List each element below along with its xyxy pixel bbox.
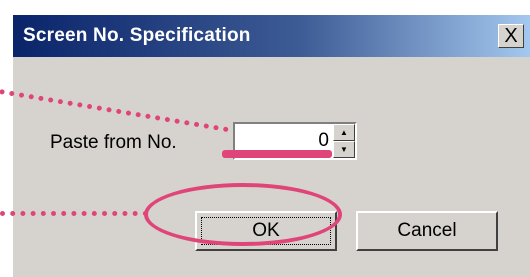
cancel-button[interactable]: Cancel <box>356 211 498 251</box>
annotation-circle <box>144 183 342 246</box>
paste-from-label: Paste from No. <box>50 132 177 153</box>
paste-from-value[interactable]: 0 <box>318 130 329 152</box>
up-arrow-icon: ▲ <box>340 128 348 137</box>
dialog-title: Screen No. Specification <box>23 25 251 46</box>
down-arrow-icon: ▼ <box>340 145 348 154</box>
close-icon: X <box>504 25 518 47</box>
spin-down-button[interactable]: ▼ <box>333 141 355 158</box>
close-button[interactable]: X <box>498 24 524 48</box>
annotation-pointer-line <box>0 211 148 216</box>
spin-up-button[interactable]: ▲ <box>333 124 355 141</box>
spin-arrows: ▲ ▼ <box>333 124 355 158</box>
title-bar[interactable]: Screen No. Specification X <box>13 15 530 57</box>
annotation-underline <box>222 150 332 158</box>
